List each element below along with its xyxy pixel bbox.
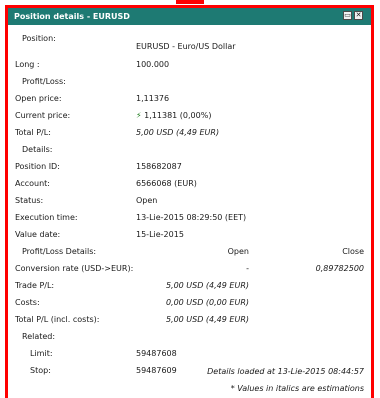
footer-loaded: Details loaded at 13-Lie-2015 08:44:57 [8,365,371,377]
conversion-rate-open: - [246,264,249,273]
value-date-row: Value date: 15-Lie-2015 [8,228,371,240]
trade-pl-row: Trade P/L: 5,00 USD (4,49 EUR) [8,279,371,291]
limit-label: Limit: [30,349,53,358]
position-id-row: Position ID: 158682087 [8,160,371,172]
current-price-label: Current price: [15,111,71,120]
total-pl-label: Total P/L: [15,128,51,137]
details-loaded-text: Details loaded at 13-Lie-2015 08:44:57 [207,367,364,376]
open-price-value: 1,11376 [136,94,170,103]
highlight-marker [176,0,204,4]
italics-note-text: * Values in italics are estimations [230,384,364,393]
side-row: Long : 100.000 [8,58,371,70]
profit-loss-heading: Profit/Loss: [22,77,66,86]
status-label: Status: [15,196,44,205]
title-bar[interactable]: Position details - EURUSD ▭ ✕ [8,8,371,25]
details-heading: Details: [22,145,53,154]
position-details-window: Position details - EURUSD ▭ ✕ Position: … [5,5,374,398]
limit-row: Limit: 59487608 [8,347,371,359]
costs-row: Costs: 0,00 USD (0,00 EUR) [8,296,371,308]
total-pl-value: 5,00 USD (4,49 EUR) [136,128,220,137]
details-section: Details: [8,143,371,155]
account-label: Account: [15,179,50,188]
execution-time-row: Execution time: 13-Lie-2015 08:29:50 (EE… [8,211,371,223]
col-close-header: Close [342,247,364,256]
account-value: 6566068 (EUR) [136,179,197,188]
conversion-rate-label: Conversion rate (USD->EUR): [15,264,134,273]
value-date-value: 15-Lie-2015 [136,230,184,239]
value-date-label: Value date: [15,230,61,239]
trade-pl-open: 5,00 USD (4,49 EUR) [165,281,249,290]
account-row: Account: 6566068 (EUR) [8,177,371,189]
status-value: Open [136,196,158,205]
execution-time-value: 13-Lie-2015 08:29:50 (EET) [136,213,247,222]
limit-value[interactable]: 59487608 [136,349,177,358]
pl-details-header: Profit/Loss Details: Open Close [8,245,371,257]
open-price-row: Open price: 1,11376 [8,92,371,104]
current-price-value: 1,11381 (0,00%) [144,111,212,120]
close-icon[interactable]: ✕ [354,11,363,20]
profit-loss-section: Profit/Loss: [8,75,371,87]
position-id-value: 158682087 [136,162,182,171]
side-label: Long : [15,60,40,69]
trade-pl-label: Trade P/L: [15,281,55,290]
costs-label: Costs: [15,298,40,307]
col-open-header: Open [227,247,249,256]
total-pl-incl-costs-open: 5,00 USD (4,49 EUR) [165,315,249,324]
conversion-rate-close: 0,89782500 [315,264,364,273]
related-heading: Related: [22,332,56,341]
status-row: Status: Open [8,194,371,206]
up-arrow-icon: ⚡ [136,111,142,120]
side-value: 100.000 [136,60,170,69]
open-price-label: Open price: [15,94,62,103]
position-value: EURUSD - Euro/US Dollar [136,42,236,51]
total-pl-incl-costs-row: Total P/L (incl. costs): 5,00 USD (4,49 … [8,313,371,325]
restore-icon[interactable]: ▭ [343,11,352,20]
footer-note: * Values in italics are estimations [8,382,371,394]
window-title: Position details - EURUSD [14,12,130,21]
current-price-row: Current price: ⚡ 1,11381 (0,00%) [8,109,371,121]
costs-open: 0,00 USD (0,00 EUR) [165,298,249,307]
position-id-label: Position ID: [15,162,60,171]
execution-time-label: Execution time: [15,213,78,222]
position-row: Position: EURUSD - Euro/US Dollar [8,32,371,51]
current-price-value-wrap: ⚡ 1,11381 (0,00%) [136,111,211,120]
conversion-rate-row: Conversion rate (USD->EUR): - 0,89782500 [8,262,371,274]
related-section: Related: [8,330,371,342]
position-label: Position: [22,34,56,43]
pl-details-heading: Profit/Loss Details: [22,247,97,256]
total-pl-row: Total P/L: 5,00 USD (4,49 EUR) [8,126,371,138]
total-pl-incl-costs-label: Total P/L (incl. costs): [15,315,100,324]
